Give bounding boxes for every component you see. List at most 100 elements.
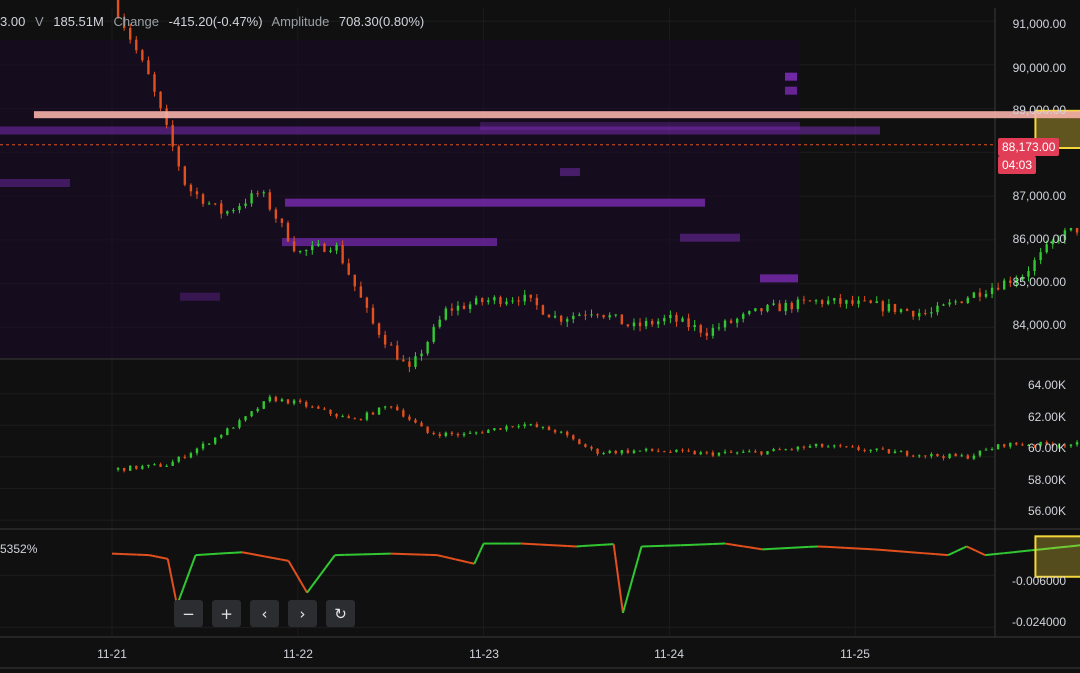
oscillator-segment: [479, 546, 483, 551]
candle-body: [723, 320, 727, 328]
candle-body: [195, 191, 199, 195]
candle-body: [493, 297, 496, 301]
candle-body: [650, 320, 654, 325]
oscillator-segment: [241, 551, 250, 555]
candle-body: [754, 308, 757, 312]
candle-body: [839, 445, 842, 447]
oscillator-segment: [315, 573, 322, 581]
candle-body: [389, 344, 393, 346]
candle-body: [984, 293, 988, 297]
candle-body: [1075, 228, 1079, 233]
candle-body: [292, 241, 296, 252]
candle-body: [256, 193, 259, 195]
candle-body: [298, 251, 302, 253]
candle-body: [347, 263, 350, 275]
candle-body: [341, 245, 344, 264]
liquidity-band: [0, 179, 70, 187]
candle-body: [590, 446, 593, 449]
candle-body: [317, 406, 320, 409]
scroll-left-button[interactable]: ‹: [250, 600, 279, 627]
candle-body: [681, 449, 684, 451]
candle-body: [529, 424, 532, 426]
candle-body: [159, 91, 162, 109]
candle-body: [559, 431, 563, 433]
volume-tick: 62.00K: [1027, 410, 1066, 424]
candle-body: [657, 321, 660, 325]
candle-body: [663, 318, 666, 322]
candle-body: [165, 465, 168, 467]
candle-body: [541, 426, 545, 428]
oscillator-segment: [1013, 550, 1023, 554]
time-tick: 11-23: [469, 647, 499, 661]
oscillator-segment: [443, 555, 450, 559]
candle-body: [444, 432, 448, 437]
candle-body: [984, 449, 988, 451]
candle-body: [129, 465, 132, 471]
oscillator-segment: [724, 542, 732, 546]
candle-body: [644, 320, 648, 327]
oscillator-segment: [612, 543, 617, 556]
oscillator-segment: [985, 553, 995, 557]
candle-body: [918, 455, 921, 457]
candle-body: [432, 326, 435, 342]
oscillator-segment: [171, 581, 175, 590]
resistance-line: [33, 111, 1080, 119]
candle-body: [353, 418, 356, 420]
candle-body: [657, 450, 660, 452]
candle-body: [250, 411, 253, 417]
candle-body: [772, 449, 775, 452]
candle-body: [808, 300, 812, 302]
volume-tick: 60.00K: [1027, 441, 1066, 455]
candle-body: [1021, 444, 1024, 446]
oscillator-segment: [182, 579, 188, 589]
candle-body: [687, 450, 690, 452]
candle-body: [996, 444, 1000, 450]
liquidity-band: [760, 274, 798, 283]
candle-body: [845, 446, 848, 448]
candle-body: [918, 312, 921, 317]
oscillator-segment: [478, 549, 482, 555]
candle-body: [286, 399, 290, 404]
candle-body: [487, 430, 490, 433]
candle-body: [802, 299, 806, 301]
candle-body: [505, 426, 508, 430]
candle-body: [171, 461, 174, 466]
liquidity-band: [480, 122, 800, 131]
oscillator-tick: -0.024000: [1011, 615, 1066, 629]
candle-body: [893, 303, 897, 312]
oscillator-segment: [290, 565, 296, 572]
candle-body: [566, 319, 569, 322]
oscillator-segment: [467, 561, 475, 565]
zoom-out-button[interactable]: −: [174, 600, 203, 627]
volume-tick: 64.00K: [1027, 378, 1066, 392]
reset-chart-button[interactable]: ↻: [326, 600, 355, 627]
candle-body: [116, 467, 120, 470]
oscillator-segment: [737, 544, 744, 548]
oscillator-segment: [617, 578, 621, 591]
candle-body: [468, 304, 472, 309]
candle-body: [620, 450, 624, 454]
candle-body: [978, 292, 982, 297]
oscillator-tick: -0.006000: [1011, 574, 1066, 588]
candle-body: [329, 250, 332, 252]
candle-body: [930, 312, 933, 314]
zoom-in-button[interactable]: +: [212, 600, 241, 627]
chart-nav-toolbar: − + ‹ › ↻: [174, 600, 355, 627]
candle-body: [748, 311, 751, 314]
candle-body: [857, 300, 860, 304]
candle-body: [511, 426, 514, 428]
candle-body: [177, 456, 180, 462]
candle-body: [614, 450, 617, 454]
candle-body: [383, 406, 387, 408]
oscillator-segment: [950, 551, 955, 555]
candle-body: [820, 300, 824, 305]
candle-body: [1069, 444, 1073, 447]
scroll-right-button[interactable]: ›: [288, 600, 317, 627]
candle-body: [535, 297, 539, 306]
candle-body: [559, 315, 563, 322]
candle-body: [729, 320, 733, 323]
candle-body: [493, 428, 496, 431]
chart-canvas[interactable]: [0, 0, 1080, 673]
oscillator-segment: [265, 555, 274, 559]
candle-body: [990, 287, 994, 294]
